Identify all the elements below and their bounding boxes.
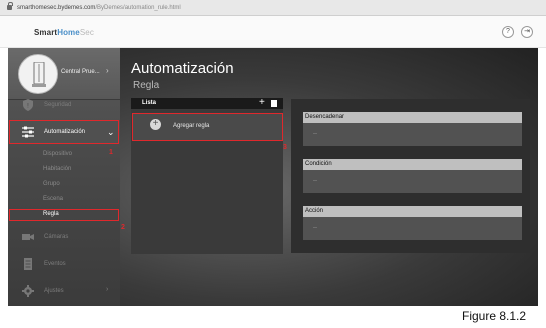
document-icon xyxy=(24,258,32,270)
subitem-dispositivo[interactable]: Dispositivo xyxy=(43,151,72,157)
logo-smart: Smart xyxy=(34,28,58,37)
avatar xyxy=(18,54,58,94)
sidebar-item-label: Ajustes xyxy=(44,288,64,294)
card-value: -- xyxy=(313,225,317,231)
page-subtitle: Regla xyxy=(133,80,160,91)
lock-icon xyxy=(7,2,13,10)
card-value: -- xyxy=(313,131,317,137)
app-header: SmartHomeSec ? ⇥ xyxy=(0,16,546,48)
annotation-one: 1 xyxy=(109,149,113,156)
trash-icon[interactable] xyxy=(271,100,277,107)
sidebar-item-label: Cámaras xyxy=(44,234,69,240)
sidebar-item-label: Automatización xyxy=(44,129,86,135)
card-title: Desencadenar xyxy=(305,114,345,120)
url-host: smarthomesec.bydemes.com xyxy=(17,4,96,11)
profile-name: Central Prue... xyxy=(61,69,100,75)
address-url[interactable]: smarthomesec.bydemes.com/ByDemes/automat… xyxy=(17,5,181,11)
chevron-right-icon: › xyxy=(106,286,109,293)
card-body: -- xyxy=(303,123,522,146)
subitem-regla[interactable]: Regla xyxy=(43,211,59,217)
shield-icon: ! xyxy=(23,99,33,111)
subitem-grupo[interactable]: Grupo xyxy=(43,181,60,187)
chevron-right-icon: › xyxy=(106,66,109,75)
browser-address-bar[interactable]: smarthomesec.bydemes.com/ByDemes/automat… xyxy=(0,0,546,16)
trigger-card[interactable]: Desencadenar -- xyxy=(303,112,522,146)
add-icon[interactable]: + xyxy=(259,97,265,109)
card-header: Condición xyxy=(303,159,522,170)
hub-device-icon xyxy=(32,62,46,87)
sidebar-item-label: Eventos xyxy=(44,261,66,267)
sidebar-item-seguridad[interactable]: ! Seguridad xyxy=(8,93,120,117)
list-title: Lista xyxy=(142,100,157,106)
camera-icon xyxy=(22,234,34,240)
help-button[interactable]: ? xyxy=(502,26,514,38)
subitem-habitacion[interactable]: Habitación xyxy=(43,166,71,172)
card-header: Acción xyxy=(303,206,522,217)
subitem-regla-highlight[interactable] xyxy=(9,209,119,221)
condition-card[interactable]: Condición -- xyxy=(303,159,522,193)
sliders-icon xyxy=(22,126,34,138)
logo-sec: Sec xyxy=(79,28,94,37)
sidebar-item-automatizacion[interactable]: Automatización ⌄ xyxy=(9,120,119,144)
add-circle-icon[interactable]: + xyxy=(150,119,161,130)
card-body: -- xyxy=(303,170,522,193)
card-title: Condición xyxy=(305,161,332,167)
subitem-escena[interactable]: Escena xyxy=(43,196,63,202)
page-title: Automatización xyxy=(131,60,234,77)
annotation-two: 2 xyxy=(121,224,125,231)
gear-icon xyxy=(22,285,34,297)
sidebar-item-ajustes[interactable]: Ajustes › xyxy=(8,279,120,303)
logo-home: Home xyxy=(57,28,80,37)
figure-caption: Figure 8.1.2 xyxy=(462,309,527,323)
card-value: -- xyxy=(313,178,317,184)
action-card[interactable]: Acción -- xyxy=(303,206,522,240)
card-title: Acción xyxy=(305,208,324,214)
annotation-three: 3 xyxy=(283,144,287,151)
list-header: Lista + xyxy=(131,97,283,109)
sidebar-item-eventos[interactable]: Eventos xyxy=(8,252,120,276)
sidebar-item-camaras[interactable]: Cámaras xyxy=(8,225,120,249)
logout-button[interactable]: ⇥ xyxy=(521,26,533,38)
app-logo[interactable]: SmartHomeSec xyxy=(34,28,94,37)
url-path: /ByDemes/automation_rule.html xyxy=(95,4,181,11)
chevron-down-icon: ⌄ xyxy=(107,127,115,137)
card-body: -- xyxy=(303,217,522,240)
sidebar-item-label: Seguridad xyxy=(44,102,72,108)
add-rule-label[interactable]: Agregar regla xyxy=(173,123,209,129)
card-header: Desencadenar xyxy=(303,112,522,123)
